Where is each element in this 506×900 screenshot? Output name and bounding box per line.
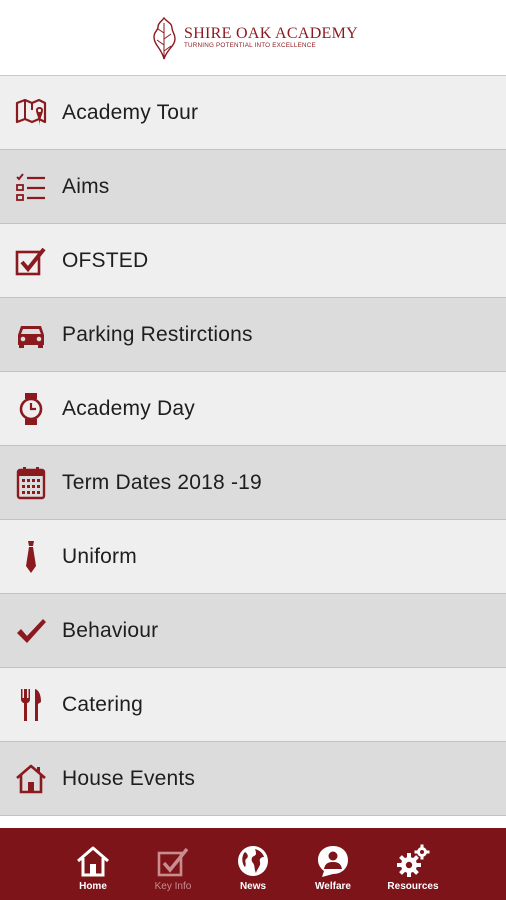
menu-item-term-dates[interactable]: Term Dates 2018 -19: [0, 446, 506, 520]
tab-key-info[interactable]: Key Info: [133, 828, 213, 900]
menu-item-label: Uniform: [62, 544, 137, 568]
bottom-tab-bar: Home Key Info News Welfare Resources: [0, 828, 506, 900]
menu-item-label: Aims: [62, 174, 110, 198]
car-icon: [15, 319, 47, 351]
tab-resources[interactable]: Resources: [373, 828, 453, 900]
logo-tagline: TURNING POTENTIAL INTO EXCELLENCE: [184, 42, 316, 49]
tab-home[interactable]: Home: [53, 828, 133, 900]
menu-item-label: Academy Tour: [62, 100, 199, 124]
checklist-icon: [15, 171, 47, 203]
globe-icon: [236, 844, 270, 878]
menu-item-ofsted[interactable]: OFSTED: [0, 224, 506, 298]
tab-label: Key Info: [154, 881, 192, 892]
cutlery-icon: [15, 688, 47, 721]
menu-list: Academy Tour Aims OFSTED Parking Restirc…: [0, 76, 506, 816]
academy-logo: SHIRE OAK ACADEMY TURNING POTENTIAL INTO…: [148, 15, 358, 61]
tie-icon: [15, 540, 47, 573]
menu-item-label: Academy Day: [62, 396, 195, 420]
menu-item-label: Behaviour: [62, 618, 159, 642]
menu-item-behaviour[interactable]: Behaviour: [0, 594, 506, 668]
menu-item-label: Catering: [62, 692, 143, 716]
house-icon: [15, 763, 47, 795]
menu-item-parking-restrictions[interactable]: Parking Restirctions: [0, 298, 506, 372]
menu-item-aims[interactable]: Aims: [0, 150, 506, 224]
menu-item-label: OFSTED: [62, 248, 149, 272]
checkmark-icon: [15, 615, 47, 647]
calendar-icon: [15, 466, 47, 499]
tab-welfare[interactable]: Welfare: [293, 828, 373, 900]
key-info-icon: [156, 844, 190, 878]
menu-item-label: Term Dates 2018 -19: [62, 470, 262, 494]
app-header: SHIRE OAK ACADEMY TURNING POTENTIAL INTO…: [0, 0, 506, 76]
tab-label: Welfare: [315, 881, 351, 892]
watch-icon: [15, 392, 47, 425]
tab-label: Resources: [387, 881, 439, 892]
menu-item-label: Parking Restirctions: [62, 322, 253, 346]
logo-title: SHIRE OAK ACADEMY: [184, 25, 358, 42]
tab-label: News: [239, 881, 267, 892]
checkbox-icon: [15, 245, 47, 277]
tab-label: Home: [79, 881, 107, 892]
menu-item-academy-day[interactable]: Academy Day: [0, 372, 506, 446]
map-pin-icon: [15, 97, 47, 129]
menu-item-uniform[interactable]: Uniform: [0, 520, 506, 594]
oak-leaf-icon: [153, 16, 176, 59]
menu-item-label: House Events: [62, 766, 196, 790]
person-bubble-icon: [316, 844, 350, 878]
tab-news[interactable]: News: [213, 828, 293, 900]
menu-item-catering[interactable]: Catering: [0, 668, 506, 742]
gears-icon: [396, 844, 430, 878]
menu-item-house-events[interactable]: House Events: [0, 742, 506, 816]
home-icon: [76, 844, 110, 878]
menu-item-academy-tour[interactable]: Academy Tour: [0, 76, 506, 150]
